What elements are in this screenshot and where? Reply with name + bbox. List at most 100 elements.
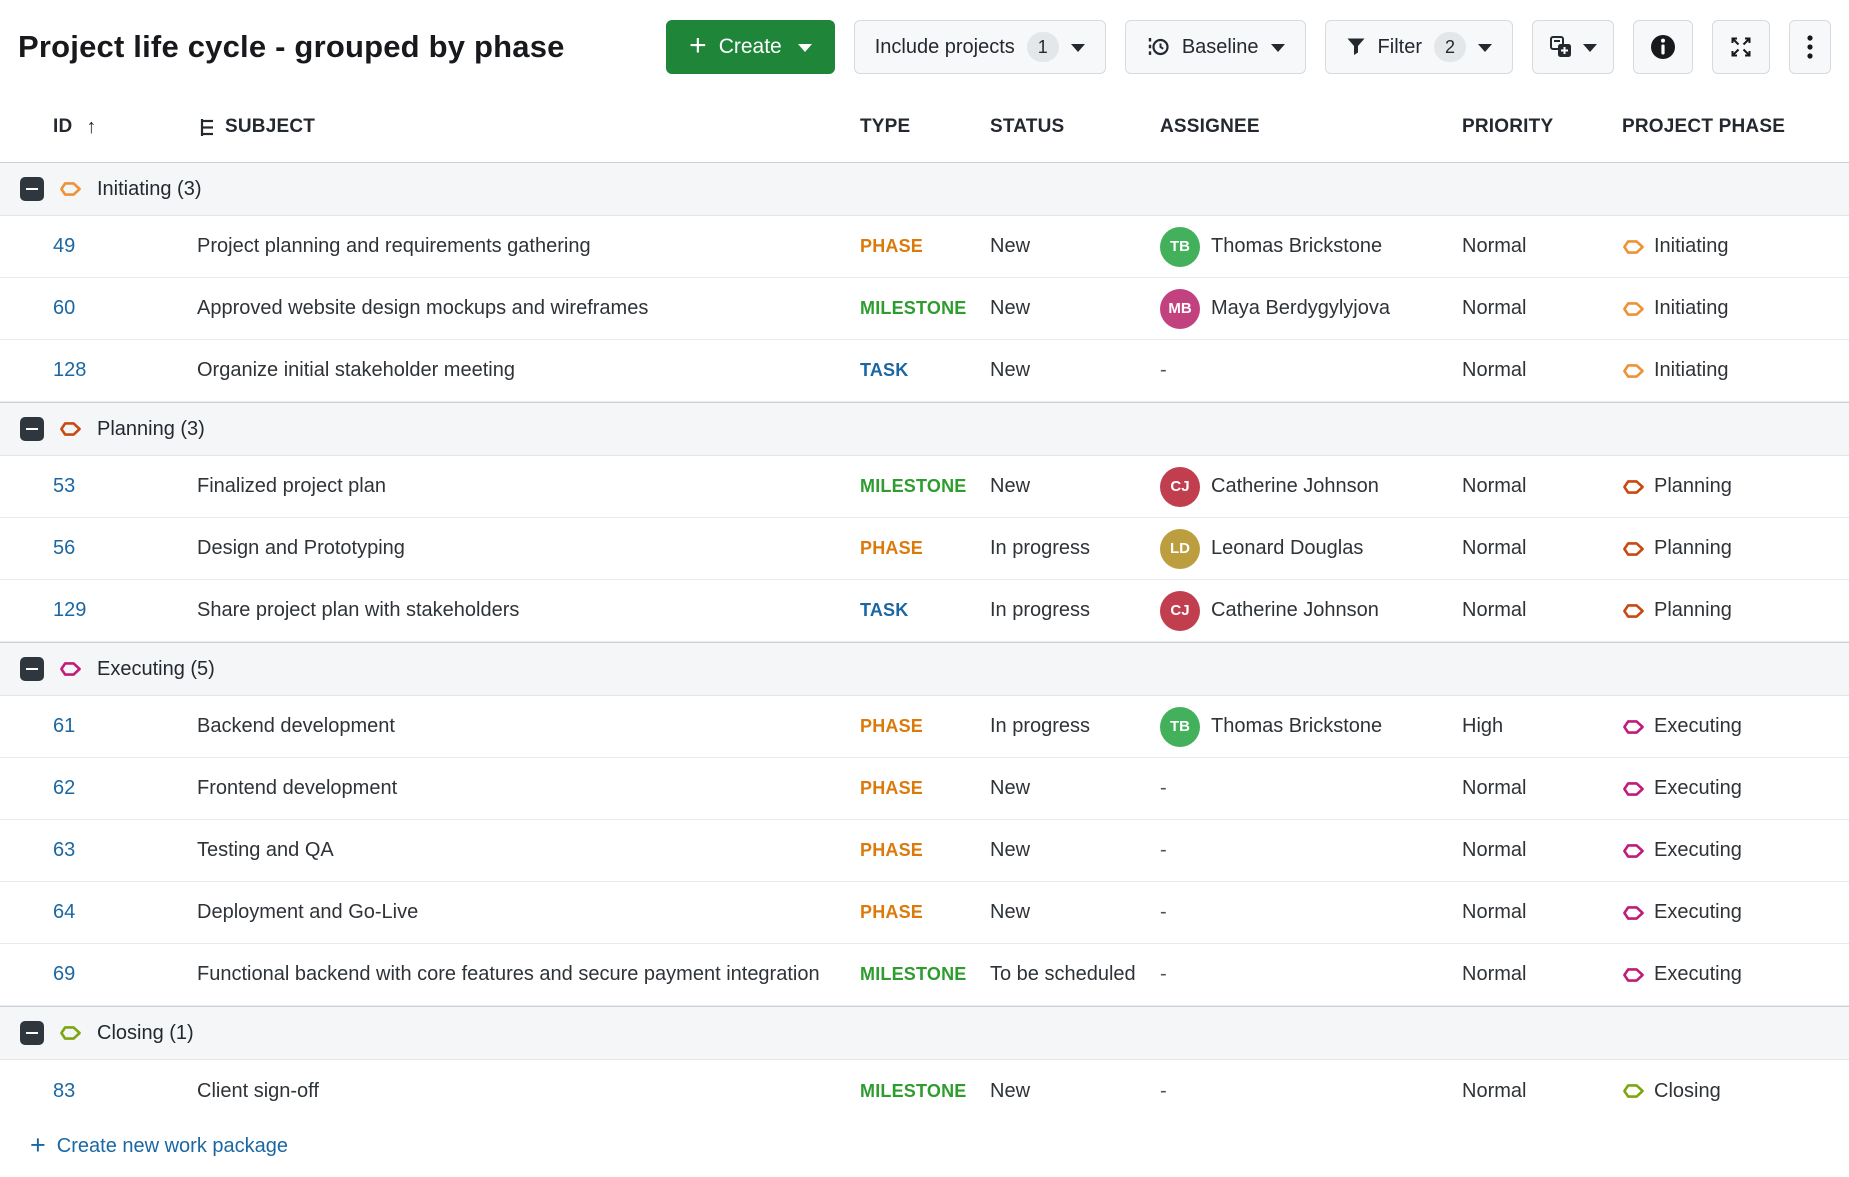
table-row[interactable]: 62 Frontend development PHASE New - Norm…	[0, 758, 1849, 820]
table-row[interactable]: 64 Deployment and Go-Live PHASE New - No…	[0, 882, 1849, 944]
work-package-subject[interactable]: Approved website design mockups and wire…	[197, 297, 860, 320]
assignee-empty[interactable]: -	[1160, 1080, 1167, 1103]
work-package-project-phase[interactable]: Planning	[1622, 599, 1849, 622]
work-package-id-link[interactable]: 56	[53, 537, 75, 559]
work-package-subject[interactable]: Project planning and requirements gather…	[197, 235, 860, 258]
column-header-subject[interactable]: SUBJECT	[197, 116, 860, 138]
table-row[interactable]: 49 Project planning and requirements gat…	[0, 216, 1849, 278]
assignee-empty[interactable]: -	[1160, 901, 1167, 924]
table-row[interactable]: 69 Functional backend with core features…	[0, 944, 1849, 1006]
work-package-status[interactable]: In progress	[990, 599, 1160, 622]
work-package-id-link[interactable]: 53	[53, 475, 75, 497]
table-row[interactable]: 129 Share project plan with stakeholders…	[0, 580, 1849, 642]
work-package-id-link[interactable]: 83	[53, 1080, 75, 1102]
work-package-status[interactable]: New	[990, 777, 1160, 800]
assignee-name[interactable]: Thomas Brickstone	[1211, 235, 1382, 258]
work-package-priority[interactable]: Normal	[1462, 963, 1622, 986]
work-package-priority[interactable]: Normal	[1462, 537, 1622, 560]
table-row[interactable]: 63 Testing and QA PHASE New - Normal Exe…	[0, 820, 1849, 882]
work-package-project-phase[interactable]: Initiating	[1622, 297, 1849, 320]
work-package-subject[interactable]: Testing and QA	[197, 839, 860, 862]
work-package-type[interactable]: PHASE	[860, 538, 990, 559]
work-package-status[interactable]: New	[990, 235, 1160, 258]
work-package-subject[interactable]: Deployment and Go-Live	[197, 901, 860, 924]
assignee-name[interactable]: Leonard Douglas	[1211, 537, 1363, 560]
table-row[interactable]: 83 Client sign-off MILESTONE New - Norma…	[0, 1060, 1849, 1122]
work-package-priority[interactable]: Normal	[1462, 297, 1622, 320]
work-package-priority[interactable]: Normal	[1462, 839, 1622, 862]
work-package-id-link[interactable]: 60	[53, 297, 75, 319]
work-package-type[interactable]: PHASE	[860, 778, 990, 799]
include-projects-button[interactable]: Include projects 1	[854, 20, 1106, 74]
work-package-priority[interactable]: Normal	[1462, 475, 1622, 498]
work-package-project-phase[interactable]: Planning	[1622, 475, 1849, 498]
work-package-status[interactable]: New	[990, 297, 1160, 320]
assignee-empty[interactable]: -	[1160, 839, 1167, 862]
column-header-id[interactable]: ID ↑	[0, 116, 197, 139]
work-package-project-phase[interactable]: Planning	[1622, 537, 1849, 560]
work-package-project-phase[interactable]: Executing	[1622, 715, 1849, 738]
assignee-empty[interactable]: -	[1160, 963, 1167, 986]
info-button[interactable]	[1633, 20, 1693, 74]
work-package-type[interactable]: PHASE	[860, 902, 990, 923]
work-package-project-phase[interactable]: Initiating	[1622, 235, 1849, 258]
work-package-priority[interactable]: Normal	[1462, 1080, 1622, 1103]
view-settings-button[interactable]	[1532, 20, 1614, 74]
work-package-subject[interactable]: Share project plan with stakeholders	[197, 599, 860, 622]
column-header-assignee[interactable]: ASSIGNEE	[1160, 116, 1462, 138]
table-row[interactable]: 128 Organize initial stakeholder meeting…	[0, 340, 1849, 402]
work-package-id-link[interactable]: 49	[53, 235, 75, 257]
work-package-priority[interactable]: Normal	[1462, 235, 1622, 258]
work-package-project-phase[interactable]: Initiating	[1622, 359, 1849, 382]
work-package-subject[interactable]: Functional backend with core features an…	[197, 963, 860, 986]
create-new-work-package-link[interactable]: + Create new work package	[30, 1134, 288, 1159]
column-header-status[interactable]: STATUS	[990, 116, 1160, 138]
work-package-subject[interactable]: Frontend development	[197, 777, 860, 800]
work-package-status[interactable]: In progress	[990, 537, 1160, 560]
work-package-type[interactable]: MILESTONE	[860, 298, 990, 319]
work-package-priority[interactable]: Normal	[1462, 599, 1622, 622]
work-package-type[interactable]: TASK	[860, 600, 990, 621]
work-package-id-link[interactable]: 63	[53, 839, 75, 861]
more-options-button[interactable]	[1789, 20, 1831, 74]
work-package-status[interactable]: New	[990, 839, 1160, 862]
assignee-empty[interactable]: -	[1160, 359, 1167, 382]
work-package-status[interactable]: New	[990, 359, 1160, 382]
collapse-group-button[interactable]	[20, 657, 44, 681]
work-package-type[interactable]: PHASE	[860, 840, 990, 861]
work-package-type[interactable]: TASK	[860, 360, 990, 381]
work-package-subject[interactable]: Client sign-off	[197, 1080, 860, 1103]
collapse-group-button[interactable]	[20, 1021, 44, 1045]
work-package-id-link[interactable]: 128	[53, 359, 86, 381]
table-row[interactable]: 56 Design and Prototyping PHASE In progr…	[0, 518, 1849, 580]
fullscreen-button[interactable]	[1712, 20, 1770, 74]
work-package-status[interactable]: New	[990, 475, 1160, 498]
work-package-type[interactable]: PHASE	[860, 236, 990, 257]
column-header-priority[interactable]: PRIORITY	[1462, 116, 1622, 138]
work-package-priority[interactable]: Normal	[1462, 359, 1622, 382]
collapse-group-button[interactable]	[20, 417, 44, 441]
work-package-id-link[interactable]: 61	[53, 715, 75, 737]
assignee-name[interactable]: Thomas Brickstone	[1211, 715, 1382, 738]
work-package-id-link[interactable]: 64	[53, 901, 75, 923]
work-package-priority[interactable]: Normal	[1462, 777, 1622, 800]
column-header-type[interactable]: TYPE	[860, 116, 990, 138]
work-package-project-phase[interactable]: Executing	[1622, 901, 1849, 924]
work-package-id-link[interactable]: 62	[53, 777, 75, 799]
collapse-group-button[interactable]	[20, 177, 44, 201]
work-package-subject[interactable]: Design and Prototyping	[197, 537, 860, 560]
assignee-name[interactable]: Maya Berdygylyjova	[1211, 297, 1390, 320]
work-package-type[interactable]: MILESTONE	[860, 476, 990, 497]
work-package-status[interactable]: New	[990, 1080, 1160, 1103]
work-package-subject[interactable]: Backend development	[197, 715, 860, 738]
work-package-project-phase[interactable]: Executing	[1622, 963, 1849, 986]
work-package-priority[interactable]: High	[1462, 715, 1622, 738]
work-package-id-link[interactable]: 129	[53, 599, 86, 621]
table-row[interactable]: 61 Backend development PHASE In progress…	[0, 696, 1849, 758]
table-row[interactable]: 53 Finalized project plan MILESTONE New …	[0, 456, 1849, 518]
baseline-button[interactable]: Baseline	[1125, 20, 1306, 74]
assignee-name[interactable]: Catherine Johnson	[1211, 475, 1379, 498]
table-row[interactable]: 60 Approved website design mockups and w…	[0, 278, 1849, 340]
work-package-project-phase[interactable]: Executing	[1622, 839, 1849, 862]
column-header-project-phase[interactable]: PROJECT PHASE	[1622, 116, 1849, 138]
